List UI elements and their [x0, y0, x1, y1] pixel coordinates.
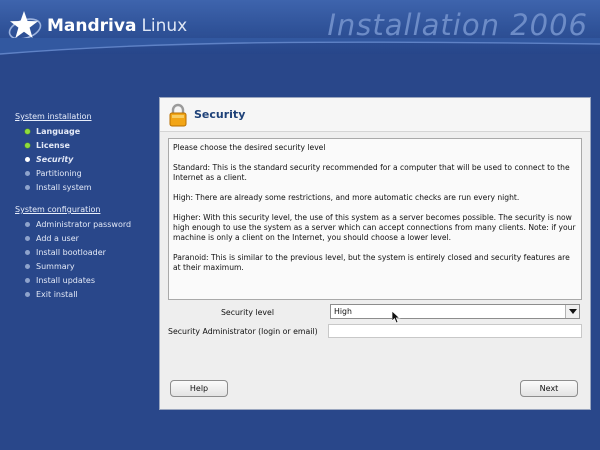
sidebar-item-language: Language	[15, 124, 155, 138]
product-name: Linux	[141, 16, 188, 36]
sidebar-item-install-bootloader: Install bootloader	[15, 245, 155, 259]
sidebar-item-summary: Summary	[15, 260, 155, 274]
security-level-label: Security level	[220, 308, 274, 317]
pending-bullet-icon	[25, 185, 30, 191]
pending-bullet-icon	[25, 278, 30, 284]
sidebar-item-label: Administrator password	[36, 219, 132, 229]
mouse-pointer-icon	[392, 311, 401, 324]
sidebar-item-label: License	[36, 140, 70, 150]
sidebar-item-administrator-password: Administrator password	[15, 217, 155, 231]
description-paragraph: Standard: This is the standard security …	[173, 163, 570, 182]
sidebar-item-label: Summary	[36, 262, 75, 272]
description-paragraph: Paranoid: This is similar to the previou…	[173, 253, 570, 272]
sidebar-item-label: Partitioning	[36, 169, 82, 179]
sidebar-heading-system-installation: System installation	[15, 112, 92, 121]
pending-bullet-icon	[25, 292, 30, 298]
security-level-select[interactable]: High	[330, 304, 580, 319]
security-dialog: Security Please choose the desired secur…	[159, 97, 591, 410]
brand-name: Mandriva	[47, 16, 137, 36]
dialog-header: Security	[160, 98, 590, 132]
security-level-value: High	[334, 307, 352, 316]
done-bullet-icon	[25, 128, 30, 134]
pending-bullet-icon	[25, 249, 30, 255]
header-wave-decoration	[0, 38, 600, 55]
dialog-title: Security	[194, 108, 246, 121]
sidebar-item-add-user: Add a user	[15, 231, 155, 245]
description-paragraph: Higher: With this security level, the us…	[173, 213, 576, 242]
installer-title: Installation 2006	[327, 8, 588, 42]
sidebar-item-label: Exit install	[36, 290, 78, 300]
sidebar-item-license: License	[15, 138, 155, 152]
next-button[interactable]: Next	[520, 380, 578, 397]
pending-bullet-icon	[25, 221, 30, 227]
sidebar-item-install-updates: Install updates	[15, 274, 155, 288]
sidebar-item-label: Install system	[36, 183, 92, 193]
sidebar-item-label: Add a user	[36, 233, 79, 243]
sidebar-item-exit-install: Exit install	[15, 288, 155, 302]
sidebar-item-partitioning: Partitioning	[15, 167, 155, 181]
done-bullet-icon	[25, 142, 30, 148]
security-admin-label: Security Administrator (login or email)	[168, 327, 318, 336]
sidebar-item-label: Install updates	[36, 276, 95, 286]
help-button[interactable]: Help	[170, 380, 228, 397]
dropdown-arrow-icon[interactable]	[565, 305, 579, 318]
pending-bullet-icon	[25, 171, 30, 177]
description-paragraph: Please choose the desired security level	[173, 143, 326, 152]
current-bullet-icon	[25, 156, 30, 162]
sidebar-item-label: Language	[36, 126, 81, 136]
sidebar-item-install-system: Install system	[15, 181, 155, 195]
security-description-textbox[interactable]: Please choose the desired security level…	[168, 138, 582, 300]
pending-bullet-icon	[25, 264, 30, 270]
steps-sidebar: System installation Language License Sec…	[15, 110, 155, 302]
sidebar-heading-system-configuration: System configuration	[15, 204, 101, 214]
security-admin-input[interactable]	[328, 324, 582, 338]
description-paragraph: High: There are already some restriction…	[173, 193, 520, 202]
sidebar-item-security: Security	[15, 152, 155, 166]
pending-bullet-icon	[25, 235, 30, 241]
lock-icon	[169, 103, 187, 127]
sidebar-item-label: Install bootloader	[36, 247, 106, 257]
sidebar-item-label: Security	[36, 154, 74, 164]
